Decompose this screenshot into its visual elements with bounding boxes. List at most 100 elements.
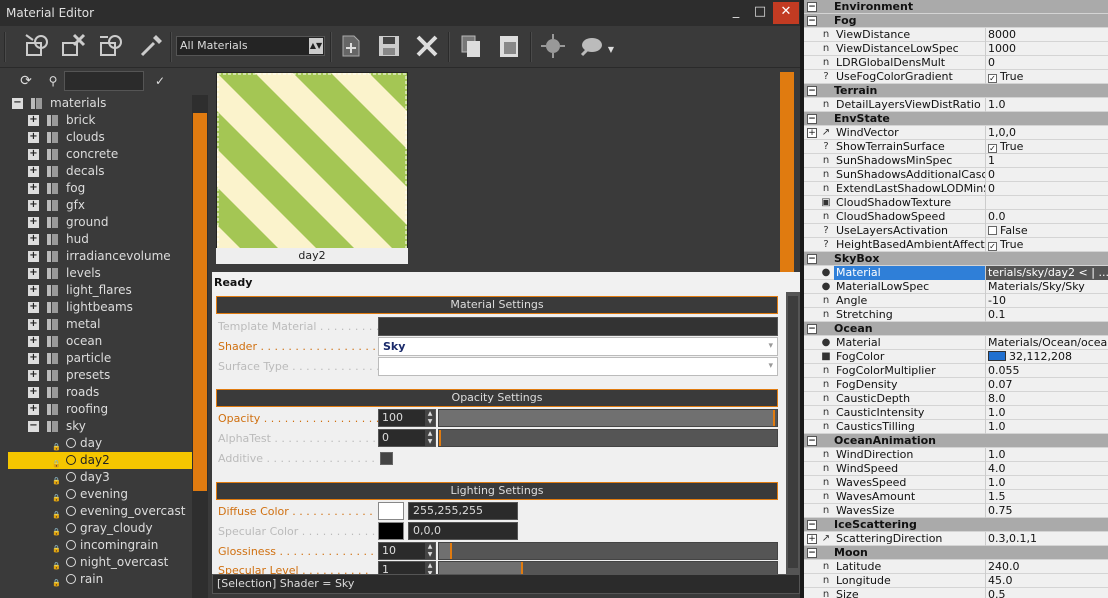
- property-row[interactable]: + ↗ WindVector 1,0,0: [804, 126, 1108, 140]
- restore-button[interactable]: □: [749, 2, 771, 24]
- tree-folder-item[interactable]: + irradiancevolume: [8, 248, 192, 265]
- property-group-header[interactable]: − Moon: [804, 546, 1108, 560]
- remove-button[interactable]: [412, 31, 442, 61]
- property-value[interactable]: 0.75: [986, 504, 1108, 518]
- collapse-icon[interactable]: −: [12, 98, 23, 109]
- tree-folder-item[interactable]: + concrete: [8, 146, 192, 163]
- property-row[interactable]: n CloudShadowSpeed 0.0: [804, 210, 1108, 224]
- property-row[interactable]: n LDRGlobalDensMult 0: [804, 56, 1108, 70]
- properties-scrollbar-thumb[interactable]: [788, 296, 798, 568]
- expand-icon[interactable]: +: [28, 217, 39, 228]
- get-from-selection-button[interactable]: [22, 31, 52, 61]
- property-group-header[interactable]: − IceScattering: [804, 518, 1108, 532]
- close-button[interactable]: ✕: [773, 2, 799, 24]
- property-row[interactable]: ●MaterialMaterials/Ocean/ocean...: [804, 336, 1108, 350]
- property-row[interactable]: n WavesAmount 1.5: [804, 490, 1108, 504]
- diffuse-color-swatch[interactable]: [378, 502, 404, 520]
- tree-folder-item[interactable]: + lightbeams: [8, 299, 192, 316]
- property-value[interactable]: 0: [986, 56, 1108, 70]
- property-value[interactable]: terials/sky/day2 < | ...: [986, 266, 1108, 280]
- property-row[interactable]: n WavesSpeed 1.0: [804, 476, 1108, 490]
- reset-button[interactable]: [58, 31, 88, 61]
- property-row[interactable]: n FogColorMultiplier 0.055: [804, 364, 1108, 378]
- tree-folder-item[interactable]: + decals: [8, 163, 192, 180]
- property-checkbox[interactable]: ✓: [988, 74, 997, 83]
- property-value[interactable]: 45.0: [986, 574, 1108, 588]
- expand-icon[interactable]: +: [807, 128, 817, 138]
- property-row[interactable]: n SunShadowsAdditionalCascade0: [804, 168, 1108, 182]
- glossiness-spinner[interactable]: 10 ▲ ▼: [378, 542, 436, 560]
- property-value[interactable]: [986, 196, 1108, 210]
- tree-folder-item[interactable]: + brick: [8, 112, 192, 129]
- expand-icon[interactable]: +: [28, 353, 39, 364]
- expand-icon[interactable]: +: [28, 302, 39, 313]
- property-value[interactable]: False: [986, 224, 1108, 238]
- opacity-spinner[interactable]: 100 ▲ ▼: [378, 409, 436, 427]
- highlight-button[interactable]: [576, 31, 606, 61]
- slider-handle[interactable]: [773, 410, 775, 426]
- property-row[interactable]: n ExtendLastShadowLODMinSpec0: [804, 182, 1108, 196]
- spinner-arrows-icon[interactable]: ▲ ▼: [425, 410, 435, 426]
- expand-icon[interactable]: +: [28, 115, 39, 126]
- tree-folder-item[interactable]: + presets: [8, 367, 192, 384]
- glossiness-slider[interactable]: [438, 542, 778, 560]
- property-value[interactable]: 32,112,208: [986, 350, 1108, 364]
- property-value[interactable]: 1.0: [986, 476, 1108, 490]
- material-settings-header[interactable]: Material Settings: [216, 296, 778, 314]
- tree-folder-item[interactable]: − sky: [8, 418, 192, 435]
- spinner-arrows-icon[interactable]: ▲ ▼: [425, 562, 435, 574]
- tree-folder-item[interactable]: + gfx: [8, 197, 192, 214]
- tree-folder-item[interactable]: + clouds: [8, 129, 192, 146]
- property-value[interactable]: 1: [986, 154, 1108, 168]
- tree-folder-item[interactable]: + metal: [8, 316, 192, 333]
- tree-scrollbar-thumb[interactable]: [193, 113, 207, 491]
- expand-icon[interactable]: +: [28, 166, 39, 177]
- opacity-settings-header[interactable]: Opacity Settings: [216, 389, 778, 407]
- property-value[interactable]: 8000: [986, 28, 1108, 42]
- tree-folder-item[interactable]: − materials: [8, 95, 192, 112]
- property-value[interactable]: 1.0: [986, 448, 1108, 462]
- surface-type-dropdown[interactable]: ▾: [378, 357, 778, 376]
- property-value[interactable]: Materials/Sky/Sky: [986, 280, 1108, 294]
- alphatest-spinner[interactable]: 0 ▲ ▼: [378, 429, 436, 447]
- property-value[interactable]: 0: [986, 182, 1108, 196]
- property-value[interactable]: 0: [986, 168, 1108, 182]
- property-group-header[interactable]: − SkyBox: [804, 252, 1108, 266]
- property-row[interactable]: ? UseLayersActivation False: [804, 224, 1108, 238]
- collapse-icon[interactable]: −: [807, 86, 817, 96]
- property-value[interactable]: 1,0,0: [986, 126, 1108, 140]
- material-filter-dropdown[interactable]: All Materials ▲▼: [176, 36, 325, 56]
- property-row[interactable]: n Angle -10: [804, 294, 1108, 308]
- expand-icon[interactable]: +: [28, 149, 39, 160]
- slider-handle[interactable]: [439, 430, 441, 446]
- property-row[interactable]: n Latitude 240.0: [804, 560, 1108, 574]
- add-material-button[interactable]: [336, 31, 366, 61]
- copy-button[interactable]: [456, 31, 486, 61]
- spinner-arrows-icon[interactable]: ▲ ▼: [425, 430, 435, 446]
- expand-icon[interactable]: +: [28, 200, 39, 211]
- property-row[interactable]: n Longitude 45.0: [804, 574, 1108, 588]
- collapse-icon[interactable]: −: [807, 114, 817, 124]
- property-value[interactable]: Materials/Ocean/ocean...: [986, 336, 1108, 350]
- property-group-header[interactable]: − Fog: [804, 14, 1108, 28]
- lighting-settings-header[interactable]: Lighting Settings: [216, 482, 778, 500]
- tree-material-item[interactable]: 🔒 incomingrain: [8, 537, 192, 554]
- alphatest-slider[interactable]: [438, 429, 778, 447]
- tree-folder-item[interactable]: + light_flares: [8, 282, 192, 299]
- more-tools-icon[interactable]: ▼: [604, 42, 618, 56]
- expand-icon[interactable]: +: [28, 234, 39, 245]
- assign-to-selection-button[interactable]: [96, 31, 126, 61]
- property-value[interactable]: -10: [986, 294, 1108, 308]
- property-checkbox[interactable]: ✓: [988, 242, 997, 251]
- spinner-arrows-icon[interactable]: ▲ ▼: [425, 543, 435, 559]
- property-value[interactable]: 0.07: [986, 378, 1108, 392]
- property-value[interactable]: 0.1: [986, 308, 1108, 322]
- property-row[interactable]: ■ FogColor 32,112,208: [804, 350, 1108, 364]
- tree-material-item[interactable]: 🔒 night_overcast: [8, 554, 192, 571]
- property-value[interactable]: 1.0: [986, 406, 1108, 420]
- property-value[interactable]: ✓ True: [986, 70, 1108, 84]
- expand-icon[interactable]: +: [28, 370, 39, 381]
- expand-icon[interactable]: +: [807, 534, 817, 544]
- tree-folder-item[interactable]: + roads: [8, 384, 192, 401]
- slider-handle[interactable]: [450, 543, 453, 559]
